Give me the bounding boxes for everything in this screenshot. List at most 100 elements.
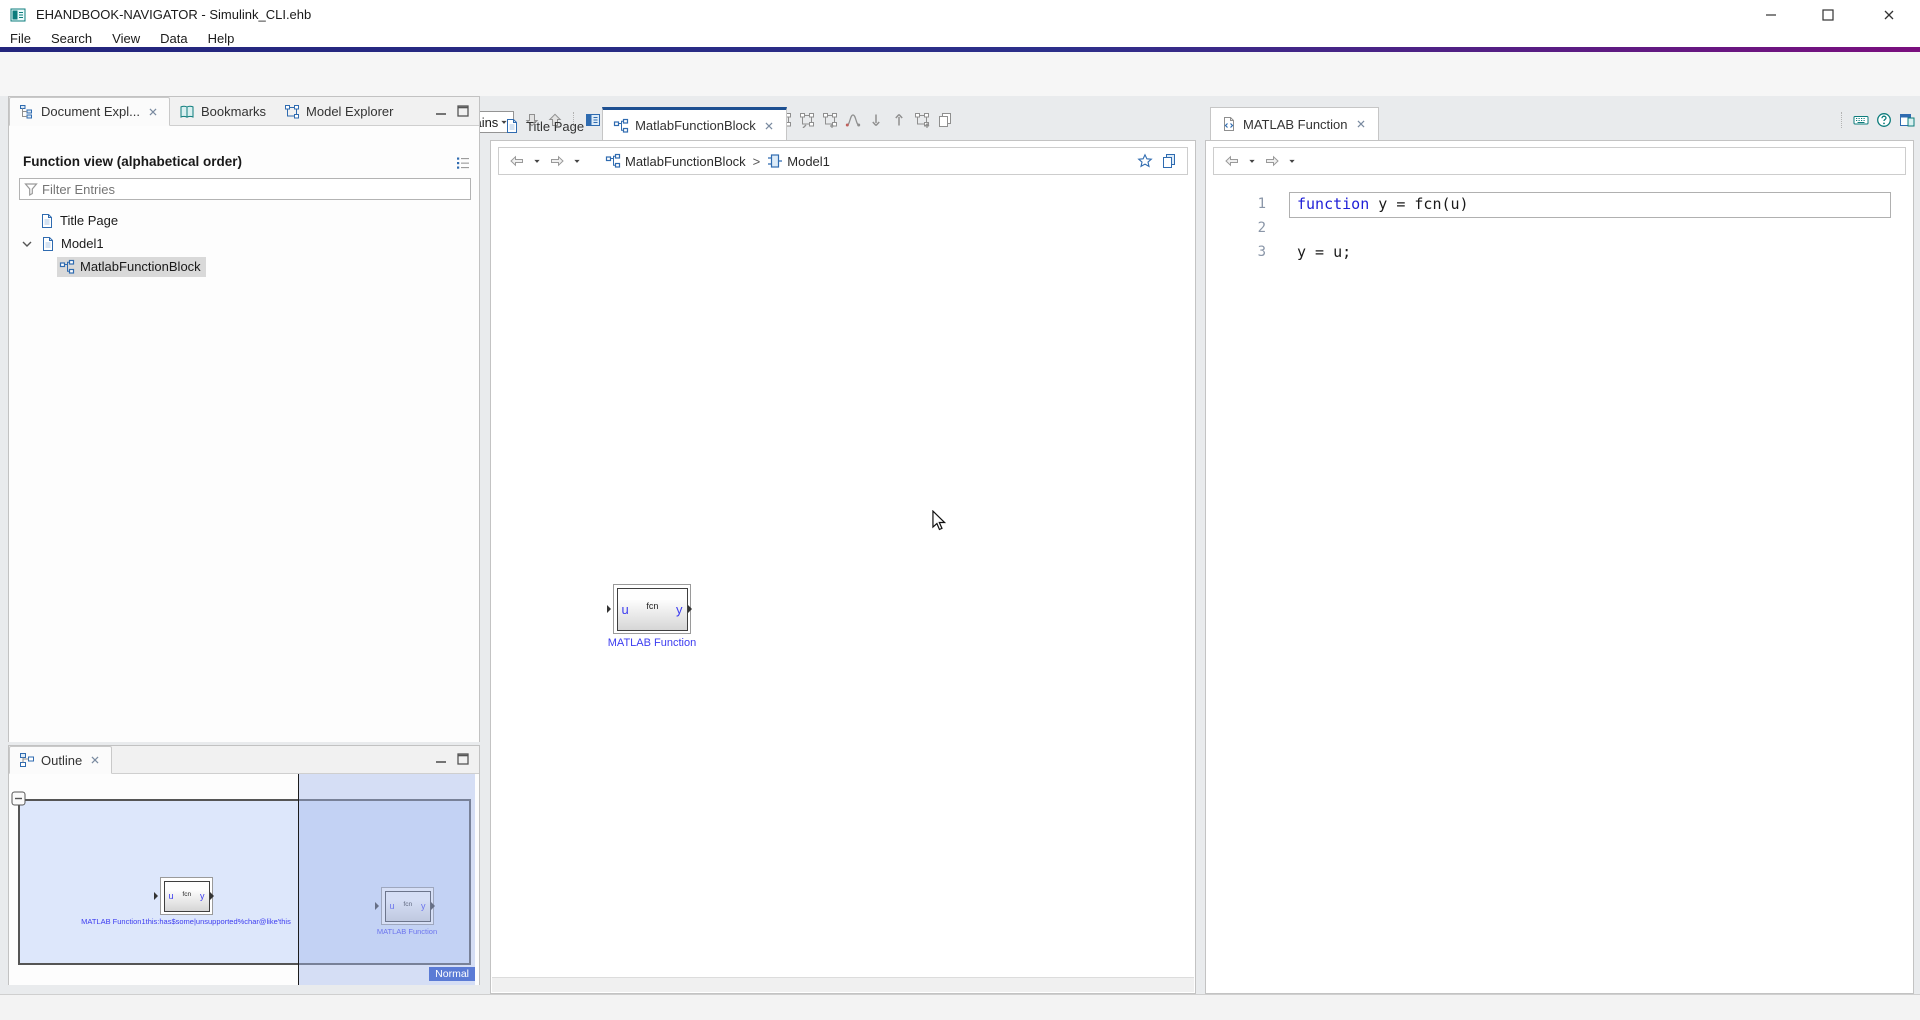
model-explorer-icon: [284, 104, 300, 120]
forward-history-icon[interactable]: [571, 151, 583, 171]
forward-icon[interactable]: [1262, 151, 1282, 171]
input-port-icon: [607, 605, 615, 613]
left-panel-tab-row: Document Expl... Bookmarks Model Explore…: [9, 97, 479, 126]
diagram-editor-box: MatlabFunctionBlock > Model1: [490, 140, 1196, 994]
chevron-down-icon[interactable]: [19, 236, 35, 252]
outline-viewport-overlay[interactable]: [298, 774, 475, 985]
outline-block-1[interactable]: u fcn y: [160, 877, 213, 915]
collapse-diagram-icon[interactable]: [11, 791, 27, 807]
code-area[interactable]: [1207, 181, 1912, 992]
forward-history-icon[interactable]: [1286, 151, 1298, 171]
model-block-icon: [605, 153, 621, 169]
breadcrumb-separator: >: [750, 154, 764, 169]
code-line-1[interactable]: function y = fcn(u): [1297, 192, 1469, 216]
code-text: y = u;: [1297, 243, 1351, 261]
outline-content[interactable]: u fcn y MATLAB Function1this:has$some|un…: [9, 774, 479, 985]
filter-icon: [22, 180, 40, 198]
maximize-panel-icon[interactable]: [453, 102, 473, 120]
page-icon: [504, 118, 520, 134]
window-maximize-icon: [1818, 5, 1838, 25]
document-explorer-icon: [19, 104, 35, 120]
menu-file[interactable]: File: [0, 30, 41, 47]
tab-document-explorer[interactable]: Document Expl...: [9, 97, 170, 126]
matlab-function-block-caption: MATLAB Function: [572, 637, 732, 649]
menu-data[interactable]: Data: [150, 30, 197, 47]
document-explorer-panel: Document Expl... Bookmarks Model Explore…: [8, 96, 480, 742]
back-history-icon[interactable]: [531, 151, 543, 171]
window-minimize-button[interactable]: [1748, 0, 1794, 29]
close-icon[interactable]: [88, 753, 102, 767]
window-close-icon: [1879, 5, 1899, 25]
matlab-function-panel: MATLAB Function 1 function y = fcn(u) 2: [1205, 96, 1914, 994]
view-menu-icon[interactable]: [453, 153, 473, 173]
menu-bar: File Search View Data Help: [0, 29, 1920, 47]
title-bar: EHANDBOOK-NAVIGATOR - Simulink_CLI.ehb: [0, 0, 1920, 29]
code-nav-bar: [1213, 147, 1906, 175]
tree-item-matlabfunctionblock[interactable]: MatlabFunctionBlock: [57, 255, 206, 278]
window-title: EHANDBOOK-NAVIGATOR - Simulink_CLI.ehb: [36, 7, 311, 22]
minimize-panel-icon: [431, 749, 451, 769]
copy-page-icon[interactable]: [1159, 151, 1179, 171]
tree-item-label: MatlabFunctionBlock: [80, 259, 201, 274]
menu-search[interactable]: Search: [41, 30, 102, 47]
tree-item-label: Title Page: [60, 213, 118, 228]
maximize-panel-icon[interactable]: [453, 750, 473, 768]
main-toolbar: Contains: [0, 52, 1920, 96]
tab-label: MatlabFunctionBlock: [635, 118, 756, 133]
forward-icon[interactable]: [547, 151, 567, 171]
diagram-canvas[interactable]: [492, 181, 1194, 978]
favorite-icon[interactable]: [1135, 151, 1155, 171]
tab-label: Title Page: [526, 119, 584, 134]
tree-item-model1[interactable]: Model1: [19, 232, 104, 255]
breadcrumb-item[interactable]: MatlabFunctionBlock: [625, 154, 746, 169]
tab-title-page[interactable]: Title Page: [494, 111, 594, 141]
model-block-icon: [59, 259, 75, 275]
line-number: 2: [1232, 220, 1266, 236]
breadcrumb-item[interactable]: Model1: [787, 154, 830, 169]
window-minimize-icon: [1761, 5, 1781, 25]
minimize-panel-icon[interactable]: [431, 102, 451, 120]
block-input-label: u: [169, 891, 174, 901]
horizontal-scrollbar[interactable]: [492, 977, 1194, 992]
back-icon[interactable]: [507, 151, 527, 171]
window-maximize-button[interactable]: [1805, 0, 1851, 29]
tab-bookmarks[interactable]: Bookmarks: [170, 98, 275, 125]
tab-label: Document Expl...: [41, 104, 140, 119]
code-text: y = fcn(u): [1369, 195, 1468, 213]
tab-outline[interactable]: Outline: [9, 746, 112, 774]
block-function-label: fcn: [646, 601, 658, 611]
close-icon[interactable]: [146, 105, 160, 119]
matlab-function-block[interactable]: u fcn y: [613, 584, 691, 634]
filter-entries-input[interactable]: [40, 181, 470, 198]
minimize-panel-icon[interactable]: [431, 750, 451, 768]
close-icon[interactable]: [762, 119, 776, 133]
outline-icon: [19, 752, 35, 768]
outline-block-1-caption: MATLAB Function1this:has$some|unsupporte…: [61, 917, 311, 926]
tab-label: Model Explorer: [306, 104, 393, 119]
outline-panel: Outline u fcn y MATLAB Function1this:has…: [8, 745, 480, 985]
function-view-title: Function view (alphabetical order): [23, 154, 242, 169]
tab-label: MATLAB Function: [1243, 117, 1348, 132]
page-icon: [40, 236, 56, 252]
menu-help[interactable]: Help: [198, 30, 245, 47]
tree-item-title-page[interactable]: Title Page: [39, 209, 118, 232]
maximize-panel-icon: [453, 749, 473, 769]
window-close-button[interactable]: [1866, 0, 1912, 29]
minimize-panel-icon: [431, 101, 451, 121]
block-output-label: y: [200, 891, 205, 901]
tab-matlab-function[interactable]: MATLAB Function: [1210, 107, 1379, 140]
code-line-3[interactable]: y = u;: [1297, 240, 1351, 264]
tab-model-explorer[interactable]: Model Explorer: [275, 98, 402, 125]
menu-view[interactable]: View: [102, 30, 150, 47]
back-history-icon[interactable]: [1246, 151, 1258, 171]
tab-matlabfunctionblock[interactable]: MatlabFunctionBlock: [602, 107, 787, 141]
mouse-cursor: [931, 510, 947, 535]
close-icon[interactable]: [1354, 117, 1368, 131]
bookmarks-icon: [179, 104, 195, 120]
back-icon[interactable]: [1222, 151, 1242, 171]
output-port-icon: [210, 892, 218, 900]
outline-tab-row: Outline: [9, 746, 479, 774]
tab-label: Outline: [41, 753, 82, 768]
editor-tab-row: Title Page MatlabFunctionBlock: [494, 107, 787, 141]
tree-selection: MatlabFunctionBlock: [57, 257, 206, 277]
